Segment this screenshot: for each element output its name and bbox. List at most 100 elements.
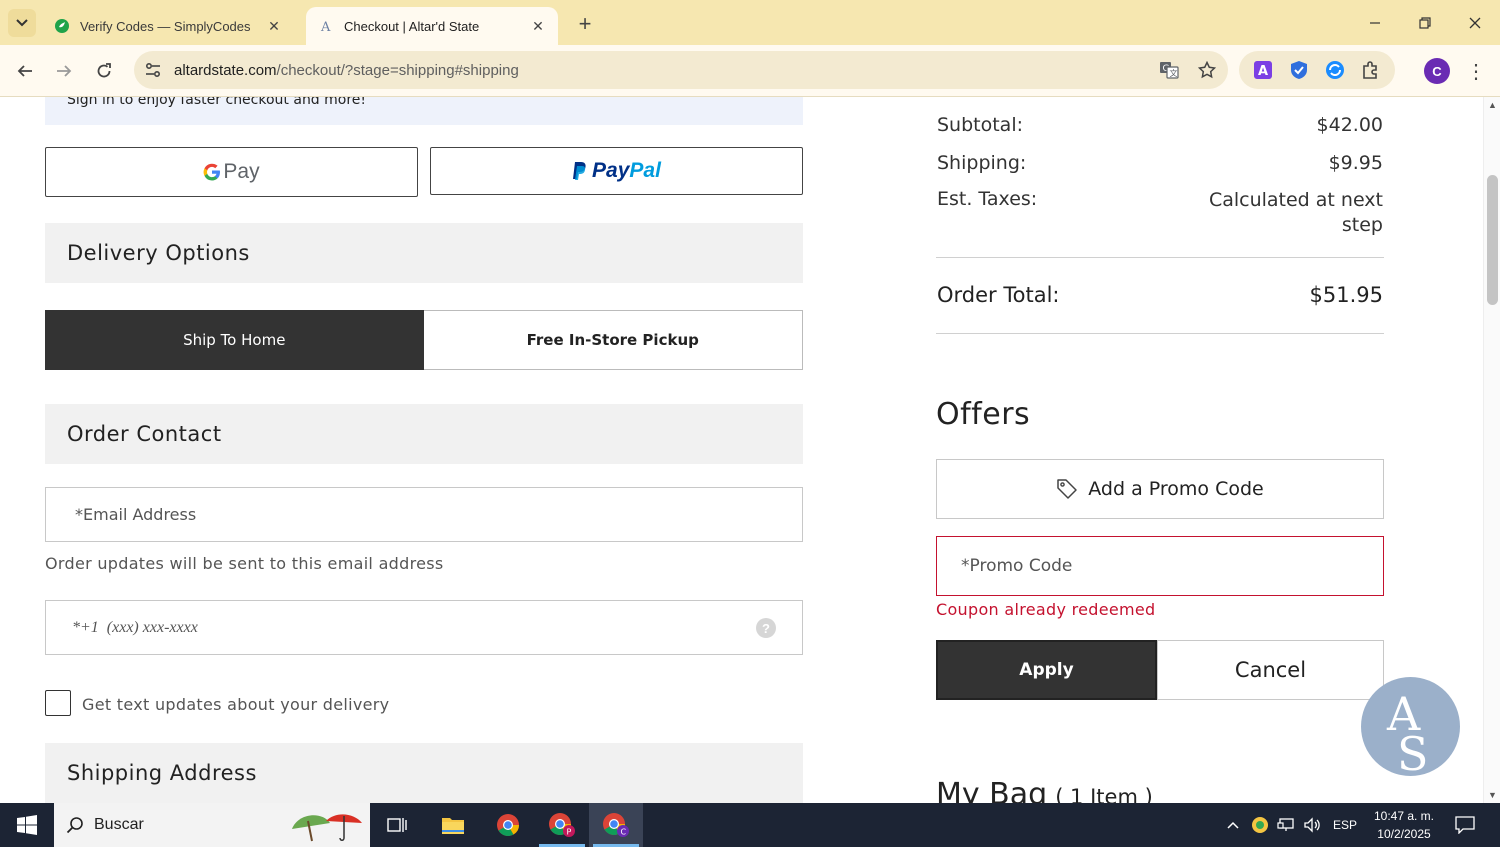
notification-icon <box>1455 816 1475 834</box>
subtotal-value: $42.00 <box>1316 114 1383 136</box>
promo-code-field[interactable] <box>936 536 1384 596</box>
minimize-icon <box>1370 21 1380 24</box>
clock-date: 10/2/2025 <box>1377 827 1431 841</box>
address-bar[interactable]: altardstate.com/checkout/?stage=shipping… <box>134 51 1228 89</box>
apply-button[interactable]: Apply <box>936 640 1157 700</box>
my-bag-title: My Bag <box>936 777 1048 803</box>
url-path: /checkout/?stage=shipping#shipping <box>276 61 519 79</box>
sync-extension-icon[interactable] <box>1324 59 1346 81</box>
bookmark-star-icon[interactable] <box>1190 53 1224 87</box>
tab-search-button[interactable] <box>8 9 36 37</box>
tab-checkout[interactable]: A Checkout | Altar'd State ✕ <box>306 7 558 45</box>
tray-status-icon <box>1252 817 1268 833</box>
reload-button[interactable] <box>90 57 118 85</box>
start-button[interactable] <box>0 803 54 847</box>
cancel-button[interactable]: Cancel <box>1157 640 1384 700</box>
my-bag-count: ( 1 Item ) <box>1055 785 1153 803</box>
extension-a-icon[interactable]: A <box>1252 59 1274 81</box>
text-updates-checkbox[interactable] <box>45 690 71 716</box>
minimize-button[interactable] <box>1350 0 1400 45</box>
tab-simplycodes[interactable]: Verify Codes — SimplyCodes ✕ <box>42 7 294 45</box>
close-window-button[interactable] <box>1450 0 1500 45</box>
email-hint-text: Order updates will be sent to this email… <box>45 554 444 573</box>
email-input[interactable] <box>75 505 802 524</box>
order-total-row: Order Total: $51.95 <box>937 283 1383 307</box>
scrollbar-thumb[interactable] <box>1487 175 1498 305</box>
close-tab-icon[interactable]: ✕ <box>266 18 282 34</box>
signin-banner-text[interactable]: Sign in to enjoy faster checkout and mor… <box>67 97 366 108</box>
offers-title: Offers <box>936 397 1031 432</box>
svg-text:C: C <box>621 828 627 837</box>
windows-logo-icon <box>17 815 37 835</box>
restore-button[interactable] <box>1400 0 1450 45</box>
add-promo-code-label: Add a Promo Code <box>1088 478 1264 500</box>
simplycodes-leaf-icon <box>54 18 70 34</box>
add-promo-code-button[interactable]: Add a Promo Code <box>936 459 1384 519</box>
ship-to-home-option[interactable]: Ship To Home <box>45 310 424 370</box>
browser-menu-icon[interactable]: ⋮ <box>1464 57 1488 85</box>
page-scrollbar[interactable]: ▲ ▼ <box>1483 97 1500 803</box>
email-field[interactable] <box>45 487 803 542</box>
network-icon[interactable] <box>1275 803 1297 847</box>
google-pay-button[interactable]: Pay <box>45 147 418 197</box>
delivery-toggle: Ship To Home Free In-Store Pickup <box>45 310 803 370</box>
shipping-address-title: Shipping Address <box>67 761 257 785</box>
text-updates-label[interactable]: Get text updates about your delivery <box>82 695 389 714</box>
tab-title: Verify Codes — SimplyCodes <box>80 18 251 34</box>
profile-avatar[interactable]: C <box>1424 58 1450 84</box>
chrome-button[interactable] <box>481 803 535 847</box>
back-button[interactable] <box>11 57 39 85</box>
svg-text:A: A <box>320 20 331 34</box>
chevron-up-icon <box>1227 821 1239 829</box>
task-view-button[interactable] <box>370 803 424 847</box>
clock-time: 10:47 a. m. <box>1373 809 1435 823</box>
order-contact-title: Order Contact <box>67 422 222 446</box>
arrow-left-icon <box>17 65 32 77</box>
language-indicator[interactable]: ESP <box>1330 803 1360 847</box>
svg-text:文: 文 <box>1170 68 1178 78</box>
chrome-profile-c-button[interactable]: C <box>589 803 643 847</box>
paypal-wordmark: PayPal <box>592 159 661 183</box>
altard-state-logo[interactable]: A S <box>1361 677 1460 776</box>
reload-icon <box>97 63 111 78</box>
translate-icon[interactable]: G文 <box>1152 53 1186 87</box>
order-total-label: Order Total: <box>937 283 1060 307</box>
order-total-value: $51.95 <box>1309 283 1383 307</box>
scroll-up-arrow-icon[interactable]: ▲ <box>1487 99 1498 111</box>
arrow-right-icon <box>57 65 72 77</box>
in-store-pickup-option[interactable]: Free In-Store Pickup <box>423 310 803 370</box>
help-question-icon[interactable]: ? <box>756 618 776 638</box>
shield-extension-icon[interactable] <box>1288 59 1310 81</box>
new-tab-button[interactable]: + <box>572 11 598 37</box>
taskbar-clock[interactable]: 10:47 a. m. 10/2/2025 <box>1368 807 1440 843</box>
scroll-down-arrow-icon[interactable]: ▼ <box>1487 789 1498 801</box>
delivery-options-title: Delivery Options <box>67 241 250 265</box>
tag-icon <box>1056 478 1078 500</box>
promo-code-input[interactable] <box>961 556 1383 576</box>
forward-button[interactable] <box>50 57 78 85</box>
google-pay-label: Pay <box>223 160 260 183</box>
svg-text:A: A <box>1258 64 1268 79</box>
phone-input[interactable] <box>72 618 802 637</box>
volume-icon[interactable] <box>1301 803 1323 847</box>
taskbar-search[interactable]: Buscar <box>54 803 370 847</box>
show-hidden-icons-button[interactable] <box>1222 803 1244 847</box>
google-g-icon <box>203 163 221 181</box>
chrome-icon <box>497 814 519 836</box>
subtotal-row: Subtotal: $42.00 <box>937 114 1383 136</box>
site-info-icon[interactable] <box>136 53 170 87</box>
shipping-address-header: Shipping Address <box>45 743 803 803</box>
file-explorer-button[interactable] <box>426 803 480 847</box>
puzzle-extensions-icon[interactable] <box>1360 59 1382 81</box>
close-tab-icon[interactable]: ✕ <box>530 18 546 34</box>
paypal-button[interactable]: PayPal <box>430 147 803 195</box>
svg-text:P: P <box>567 828 572 837</box>
windows-taskbar: Buscar P C ESP 10:47 a. m. 10/2/2025 <box>0 803 1500 847</box>
as-monogram-icon: A S <box>1386 687 1429 772</box>
notifications-button[interactable] <box>1450 803 1480 847</box>
taxes-row: Est. Taxes: Calculated at next step <box>937 188 1383 238</box>
tray-app-icon[interactable] <box>1249 803 1271 847</box>
phone-field[interactable]: ? <box>45 600 803 655</box>
chrome-profile-icon: P <box>549 813 575 837</box>
chrome-profile-p-button[interactable]: P <box>535 803 589 847</box>
